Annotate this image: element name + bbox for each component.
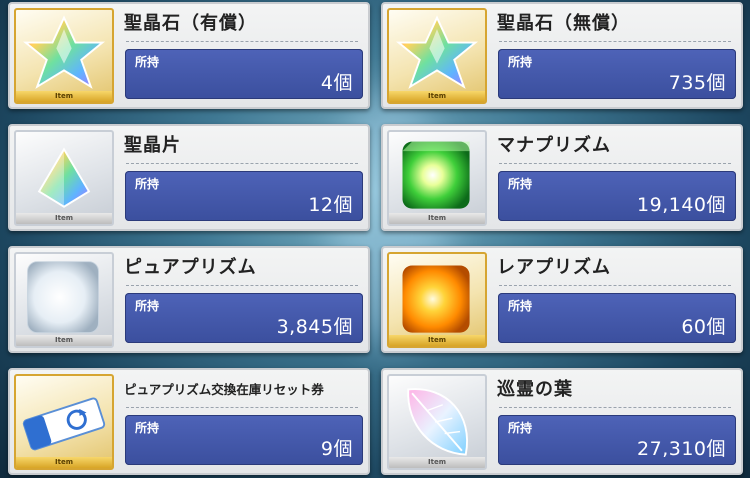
item-name: ピュアプリズム交換在庫リセット券 (124, 382, 324, 397)
held-count: 4個 (320, 72, 353, 94)
divider (499, 41, 731, 42)
item-tag: Item (16, 91, 112, 102)
quartz-fragment-icon (37, 147, 91, 208)
item-card-rare-prism[interactable]: Item レアプリズム 所持 60個 (381, 246, 743, 353)
item-card-spirit-leaf[interactable]: Item 巡霊の葉 所持 27,310個 (381, 368, 743, 475)
divider (126, 285, 358, 286)
held-count: 9個 (320, 438, 353, 460)
held-label: 所持 (135, 299, 160, 313)
spirit-leaf-icon (407, 388, 468, 456)
item-thumbnail: Item (14, 374, 114, 470)
quantity-panel: 所持 60個 (498, 293, 736, 343)
held-label: 所持 (508, 421, 533, 435)
divider (499, 407, 731, 408)
held-count: 27,310個 (637, 438, 726, 460)
held-count: 60個 (681, 316, 726, 338)
quantity-panel: 所持 19,140個 (498, 171, 736, 221)
item-thumbnail: Item (387, 252, 487, 348)
item-name: 聖晶石（無償） (497, 13, 630, 34)
item-thumbnail: Item (14, 8, 114, 104)
item-card-mana-prism[interactable]: Item マナプリズム 所持 19,140個 (381, 124, 743, 231)
pure-prism-icon (27, 261, 99, 334)
item-card-reset-ticket[interactable]: Item ピュアプリズム交換在庫リセット券 所持 9個 (8, 368, 370, 475)
item-card-quartz-fragment[interactable]: Item 聖晶片 所持 12個 (8, 124, 370, 231)
divider (126, 41, 358, 42)
item-tag: Item (16, 213, 112, 224)
held-label: 所持 (508, 177, 533, 191)
item-tag: Item (16, 335, 112, 346)
item-name: 聖晶石（有償） (124, 13, 257, 34)
quantity-panel: 所持 735個 (498, 49, 736, 99)
item-thumbnail: Item (14, 130, 114, 226)
item-tag: Item (389, 335, 485, 346)
quantity-panel: 所持 3,845個 (125, 293, 363, 343)
saint-quartz-icon (22, 15, 106, 89)
divider (126, 163, 358, 164)
held-label: 所持 (508, 299, 533, 313)
item-tag: Item (389, 91, 485, 102)
quantity-panel: 所持 9個 (125, 415, 363, 465)
held-label: 所持 (135, 55, 160, 69)
divider (499, 285, 731, 286)
mana-prism-icon (402, 141, 470, 209)
item-name: ピュアプリズム (124, 257, 257, 278)
held-count: 3,845個 (276, 316, 353, 338)
held-count: 12個 (308, 194, 353, 216)
held-count: 19,140個 (637, 194, 726, 216)
saint-quartz-icon (395, 15, 479, 89)
item-thumbnail: Item (14, 252, 114, 348)
item-tag: Item (16, 457, 112, 468)
item-card-free-quartz[interactable]: Item 聖晶石（無償） 所持 735個 (381, 2, 743, 109)
item-thumbnail: Item (387, 8, 487, 104)
quantity-panel: 所持 4個 (125, 49, 363, 99)
quantity-panel: 所持 12個 (125, 171, 363, 221)
reset-ticket-icon (22, 397, 106, 451)
rare-prism-icon (402, 265, 470, 333)
held-label: 所持 (135, 177, 160, 191)
item-thumbnail: Item (387, 374, 487, 470)
held-label: 所持 (135, 421, 160, 435)
item-tag: Item (389, 457, 485, 468)
divider (499, 163, 731, 164)
item-name: 聖晶片 (124, 135, 181, 156)
item-name: レアプリズム (497, 257, 611, 278)
item-card-pure-prism[interactable]: Item ピュアプリズム 所持 3,845個 (8, 246, 370, 353)
item-name: マナプリズム (497, 135, 611, 156)
item-name: 巡霊の葉 (497, 379, 573, 400)
held-count: 735個 (668, 72, 726, 94)
quantity-panel: 所持 27,310個 (498, 415, 736, 465)
item-card-paid-quartz[interactable]: Item 聖晶石（有償） 所持 4個 (8, 2, 370, 109)
item-tag: Item (389, 213, 485, 224)
divider (126, 407, 358, 408)
held-label: 所持 (508, 55, 533, 69)
item-thumbnail: Item (387, 130, 487, 226)
